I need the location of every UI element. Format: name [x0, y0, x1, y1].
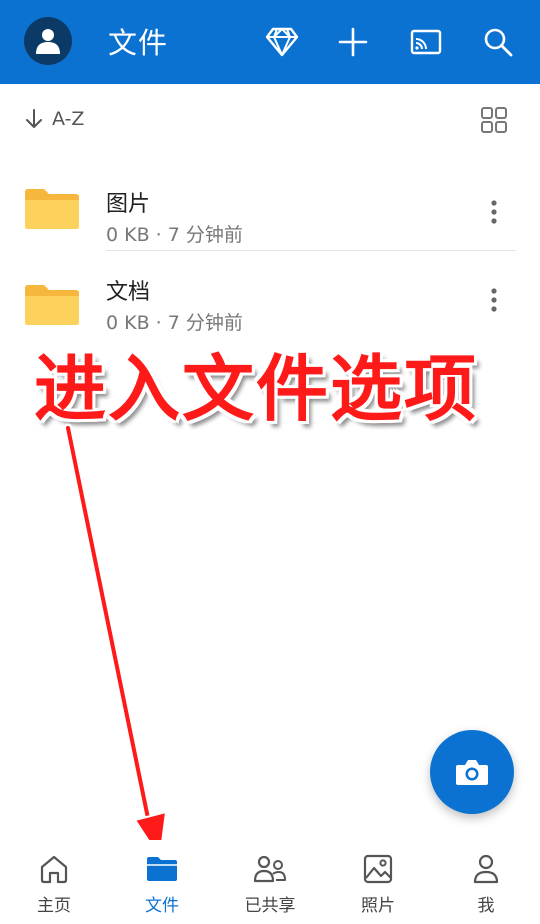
- nav-me[interactable]: 我: [432, 840, 540, 924]
- folder-icon: [25, 285, 79, 325]
- premium-diamond-icon[interactable]: [262, 22, 302, 62]
- nav-label: 主页: [37, 896, 71, 916]
- image-icon: [363, 854, 393, 884]
- nav-label: 已共享: [244, 896, 296, 916]
- nav-files[interactable]: 文件: [108, 840, 216, 924]
- sort-button[interactable]: A-Z: [24, 108, 84, 130]
- camera-button[interactable]: [430, 730, 514, 814]
- nav-label: 文件: [145, 896, 179, 916]
- person-icon: [36, 29, 60, 54]
- file-name: 图片: [106, 192, 151, 217]
- person-icon: [473, 854, 499, 884]
- app-header: 文件: [0, 0, 540, 84]
- bottom-nav: 主页 文件 已共享 照片 我: [0, 840, 540, 924]
- nav-home[interactable]: 主页: [0, 840, 108, 924]
- file-meta: 0 KB · 7 分钟前: [106, 224, 243, 246]
- add-icon[interactable]: [333, 22, 373, 62]
- grid-view-icon[interactable]: [480, 106, 508, 138]
- sort-label: A-Z: [52, 108, 85, 130]
- home-icon: [40, 855, 68, 884]
- divider: [106, 250, 516, 251]
- more-options-icon[interactable]: [480, 284, 508, 316]
- nav-label: 照片: [361, 896, 395, 916]
- nav-shared[interactable]: 已共享: [216, 840, 324, 924]
- more-options-icon[interactable]: [480, 196, 508, 228]
- sort-bar: A-Z: [0, 100, 540, 144]
- page-title: 文件: [108, 26, 169, 60]
- people-icon: [253, 855, 286, 883]
- list-item[interactable]: 图片 0 KB · 7 分钟前: [0, 158, 540, 254]
- cast-icon[interactable]: [406, 22, 446, 62]
- account-avatar[interactable]: [24, 17, 72, 65]
- folder-icon: [25, 189, 79, 229]
- nav-label: 我: [477, 896, 495, 916]
- camera-icon: [456, 760, 488, 785]
- file-name: 文档: [106, 280, 151, 305]
- nav-photos[interactable]: 照片: [324, 840, 432, 924]
- arrow-down-icon: [26, 109, 42, 128]
- search-icon[interactable]: [478, 22, 518, 62]
- annotation-text: 进入文件选项: [34, 347, 479, 431]
- folder-icon: [147, 857, 177, 881]
